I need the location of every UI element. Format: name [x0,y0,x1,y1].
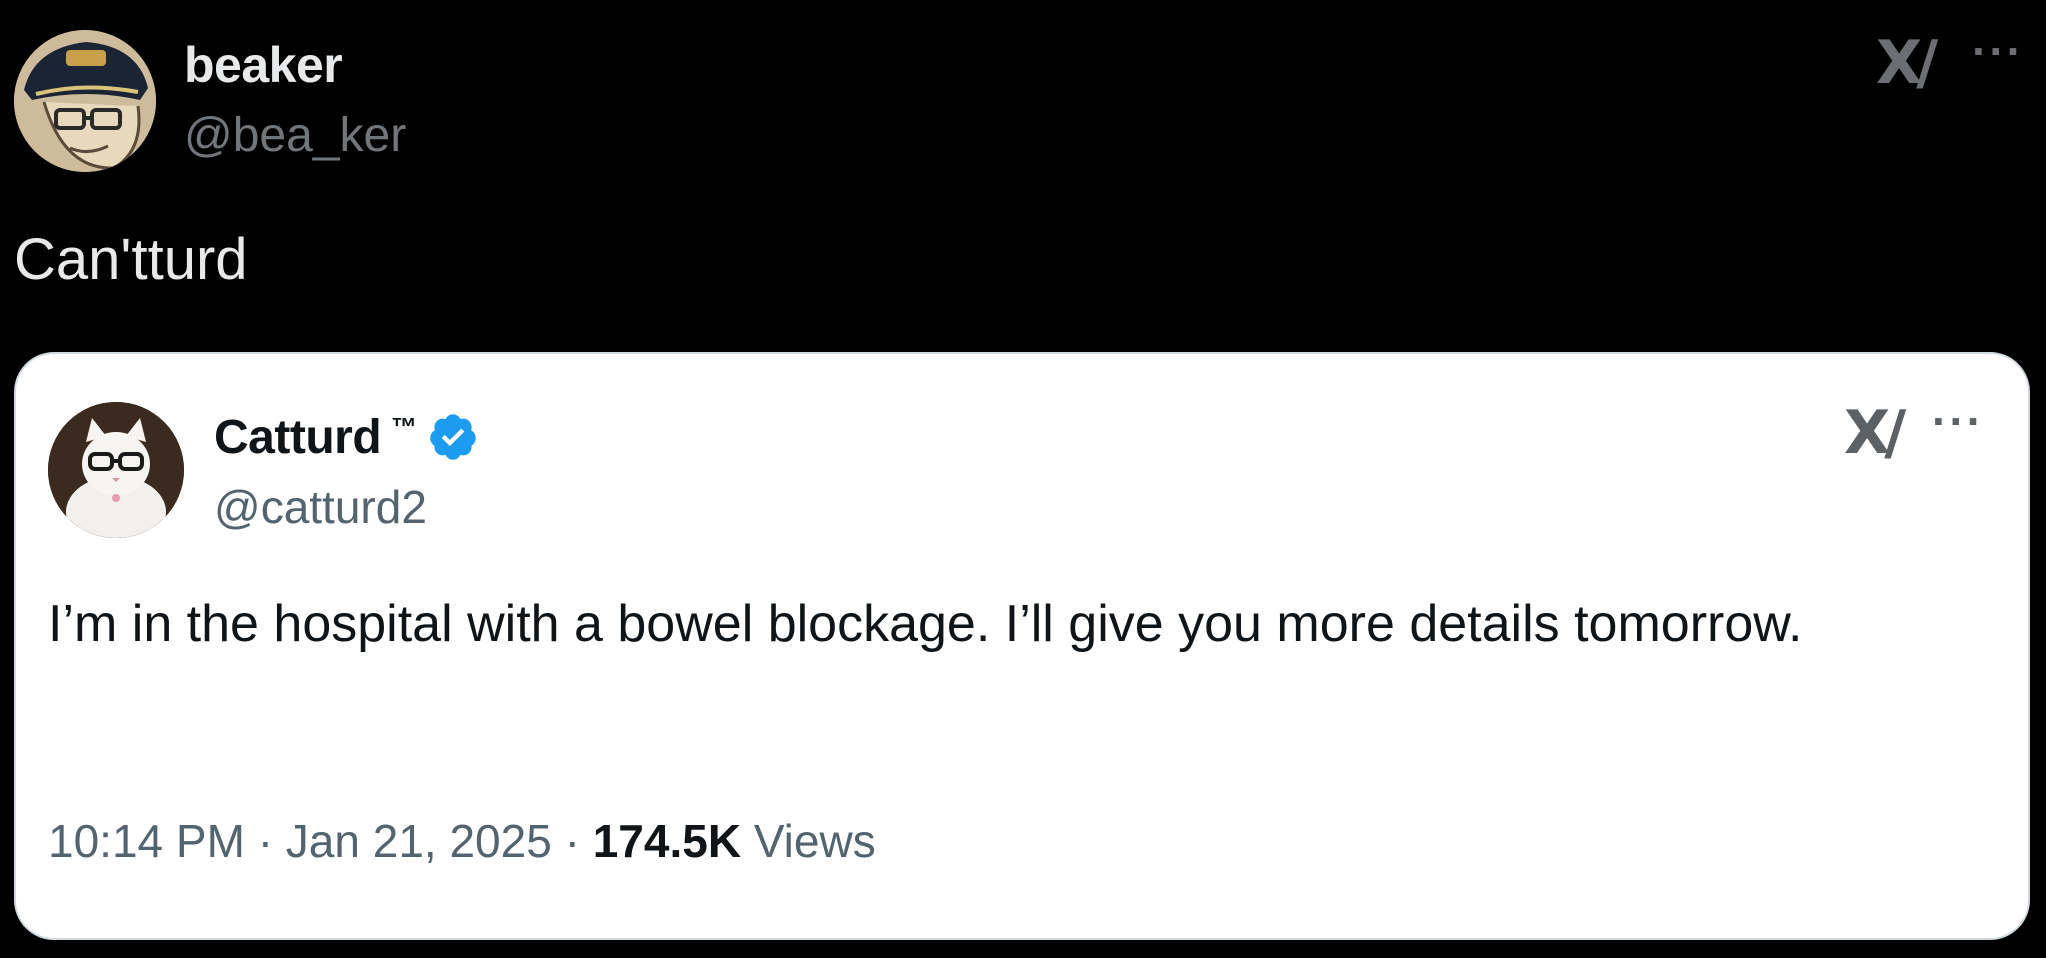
author-name[interactable]: beaker [184,36,343,94]
quoted-author-row: Catturd ™ [214,404,479,470]
cartoon-man-avatar-icon [14,30,156,172]
quoted-author-handle[interactable]: @catturd2 [214,480,427,534]
quoted-post-meta: 10:14 PM · Jan 21, 2025 · 174.5K Views [48,814,876,868]
quoted-avatar[interactable] [48,402,184,538]
x-logo-icon[interactable]: X/ [1876,28,1938,98]
post-time[interactable]: 10:14 PM [48,815,245,867]
post-text: Can'tturd [14,227,248,292]
verified-badge-icon[interactable] [427,411,479,463]
more-options-icon[interactable]: ··· [1932,394,1984,448]
white-cat-avatar-icon [48,402,184,538]
meta-separator: · [564,815,580,867]
trademark-symbol: ™ [391,411,418,442]
quoted-post-text: I’m in the hospital with a bowel blockag… [48,595,1803,653]
avatar[interactable] [14,30,156,172]
x-logo-icon[interactable]: X/ [1844,398,1906,468]
meta-separator: · [257,815,274,867]
views-label: Views [753,815,876,867]
views-count: 174.5K [592,815,742,867]
quoted-post-card[interactable]: Catturd ™ @catturd2 X/ ··· I’m in the ho… [14,352,2030,940]
author-handle[interactable]: @bea_ker [184,108,406,163]
more-options-icon[interactable]: ··· [1972,24,2024,78]
tweet-screenshot: beaker @bea_ker X/ ··· Can'tturd Catturd… [0,0,2046,958]
post-date[interactable]: Jan 21, 2025 [286,815,552,867]
quoted-author-name[interactable]: Catturd [214,410,382,465]
